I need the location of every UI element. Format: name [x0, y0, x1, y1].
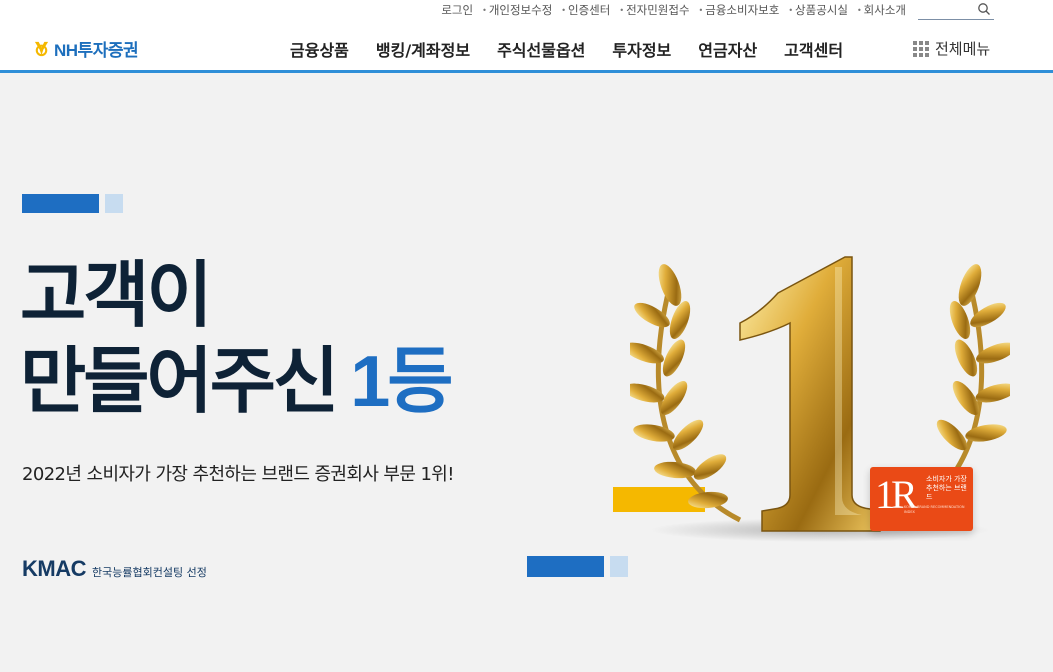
site-header: 로그인 개인정보수정 인증센터 전자민원접수 금융소비자보호 상품공시실 회사소… — [0, 0, 1053, 73]
badge-subtitle: KOREA BRAND RECOMMENDATION INDEX — [904, 505, 965, 514]
nh-logo-icon — [34, 41, 49, 57]
decor-bar-lightblue-2 — [610, 556, 628, 577]
util-link-consumer-protection[interactable]: 금융소비자보호 — [699, 2, 779, 18]
util-link-edit-info[interactable]: 개인정보수정 — [482, 2, 552, 18]
util-link-company-intro[interactable]: 회사소개 — [857, 2, 906, 18]
kmac-description: 한국능률협회컨설팅 선정 — [92, 566, 207, 579]
headline-line1: 고객이 — [20, 256, 213, 336]
util-link-product-disclosure[interactable]: 상품공시실 — [788, 2, 848, 18]
nav-investment-info[interactable]: 투자정보 — [612, 37, 671, 61]
nav-stocks-futures[interactable]: 주식선물옵션 — [497, 37, 585, 61]
search-icon[interactable] — [977, 2, 991, 16]
hero-headline: 고객이 만들어주신 1등 — [20, 253, 454, 425]
headline-line2: 만들어주신 — [20, 342, 339, 422]
nav-pension[interactable]: 연금자산 — [698, 37, 757, 61]
decor-bar-blue — [22, 194, 99, 213]
nav-banking[interactable]: 뱅킹/계좌정보 — [376, 37, 470, 61]
all-menu-label: 전체메뉴 — [935, 40, 991, 58]
search-input[interactable] — [918, 1, 994, 20]
nav-financial-products[interactable]: 금융상품 — [290, 37, 349, 61]
brand-award-badge: 1R 소비자가 가장 추천하는 브랜드 KOREA BRAND RECOMMEN… — [870, 467, 973, 531]
main-nav: 금융상품 뱅킹/계좌정보 주식선물옵션 투자정보 연금자산 고객센터 — [290, 37, 843, 61]
nav-customer-center[interactable]: 고객센터 — [784, 37, 843, 61]
kmac-logo: KMAC — [22, 556, 87, 581]
logo-text: NH투자증권 — [54, 41, 139, 60]
util-link-login[interactable]: 로그인 — [441, 2, 473, 18]
headline-highlight: 1등 — [350, 342, 453, 422]
decor-bar-lightblue — [105, 194, 123, 213]
utility-links: 로그인 개인정보수정 인증센터 전자민원접수 금융소비자보호 상품공시실 회사소… — [441, 2, 906, 18]
kmac-credit: KMAC 한국능률협회컨설팅 선정 — [22, 556, 207, 582]
nh-logo[interactable]: NH투자증권 — [33, 36, 139, 61]
decor-bar-blue-2 — [527, 556, 604, 577]
all-menu-button[interactable]: 전체메뉴 — [913, 38, 990, 59]
util-link-complaint[interactable]: 전자민원접수 — [619, 2, 689, 18]
hero-subtitle: 2022년 소비자가 가장 추천하는 브랜드 증권회사 부문 1위! — [22, 464, 454, 485]
grid-menu-icon — [913, 40, 929, 57]
util-link-cert-center[interactable]: 인증센터 — [561, 2, 610, 18]
badge-title: 소비자가 가장 추천하는 브랜드 — [926, 475, 967, 501]
